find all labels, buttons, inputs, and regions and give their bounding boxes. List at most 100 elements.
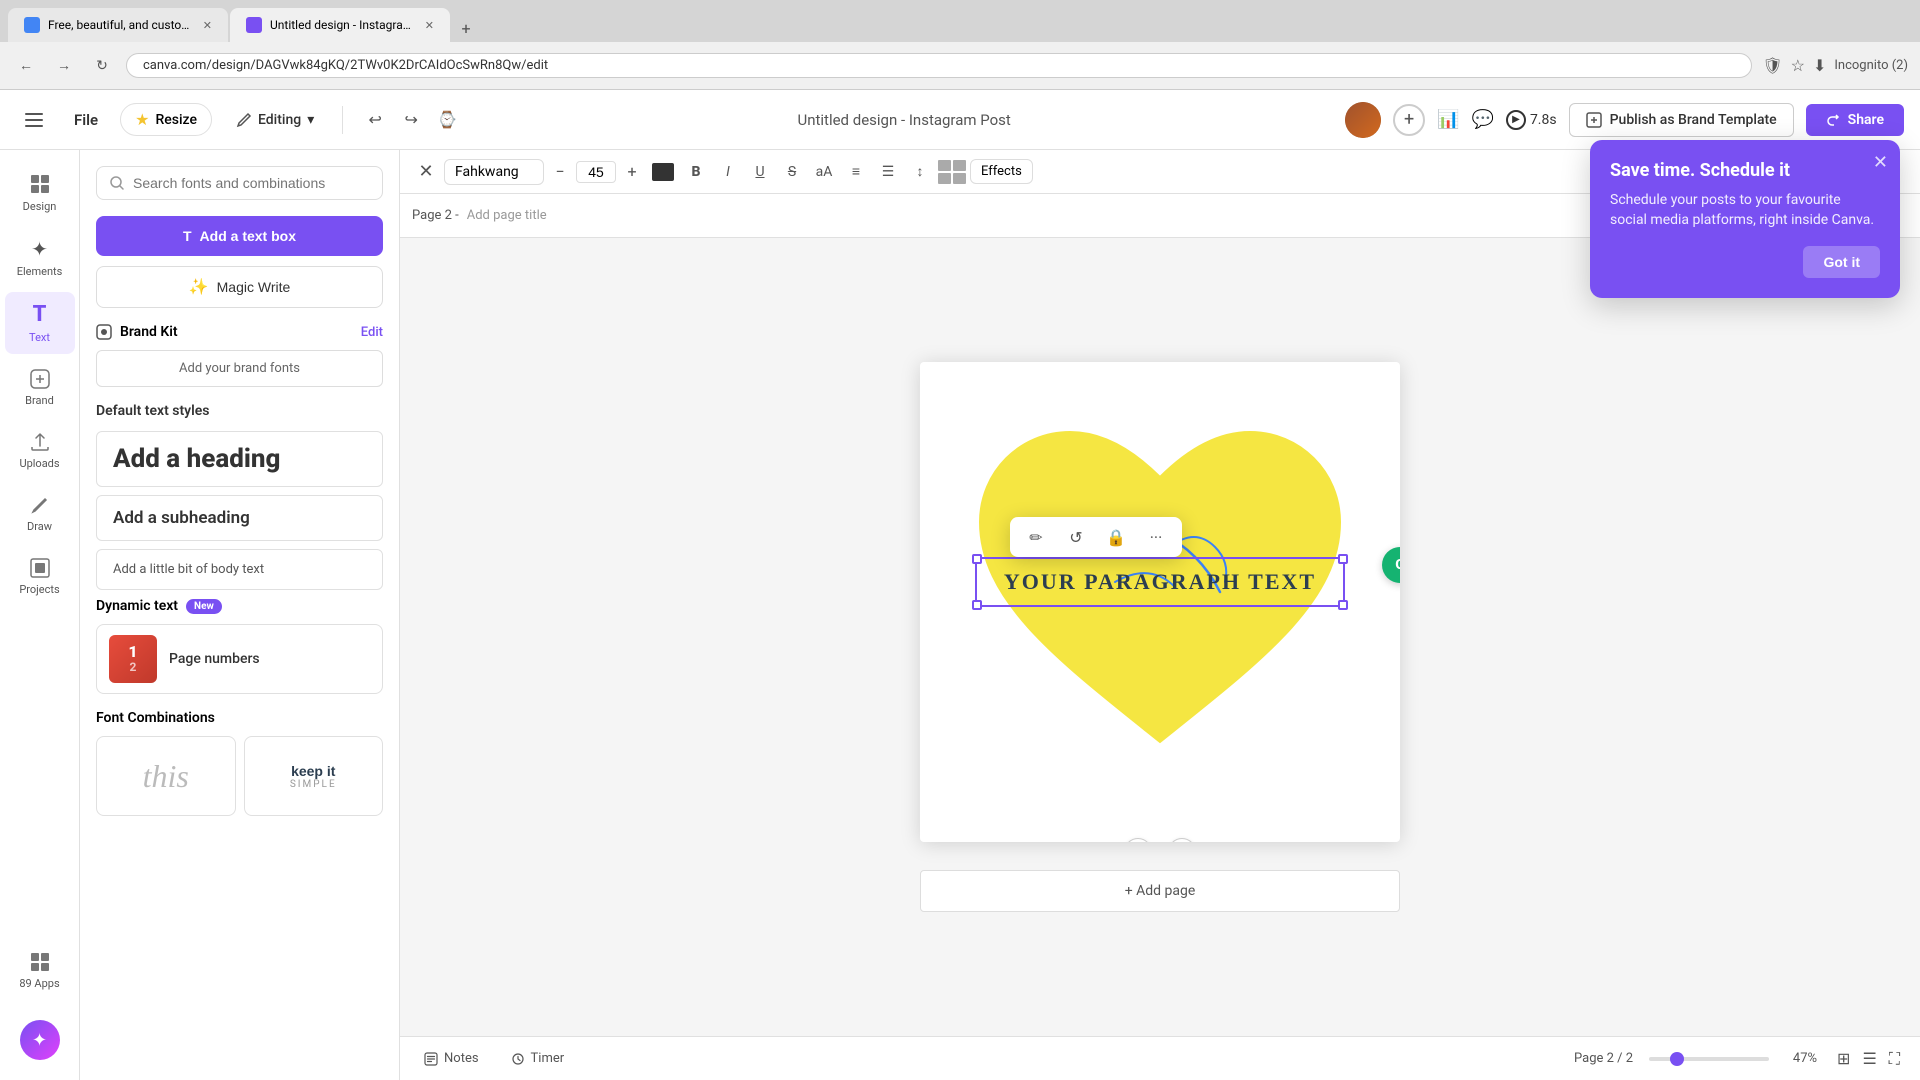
heading-style-item[interactable]: Add a heading	[96, 431, 383, 487]
font-size-input[interactable]	[576, 161, 616, 183]
brand-kit-title: Brand Kit	[96, 324, 178, 340]
magic-button[interactable]: ✦	[20, 1020, 60, 1060]
float-rotate-btn[interactable]: ↺	[1062, 523, 1090, 551]
notes-button[interactable]: Notes	[416, 1047, 487, 1070]
close-text-edit-button[interactable]: ✕	[412, 158, 440, 186]
canvas-main[interactable]: YOUR PARAGRAPH TEXT ✏ ↺ 🔒 ··· G	[400, 238, 1920, 1036]
sidebar-item-draw[interactable]: Draw	[5, 484, 75, 543]
strikethrough-button[interactable]: S	[778, 158, 806, 186]
address-bar[interactable]: canva.com/design/DAGVwk84gKQ/2TWv0K2DrCA…	[126, 53, 1752, 78]
grid-view-button[interactable]: ⊞	[1833, 1045, 1854, 1073]
present-button[interactable]: ▶ 7.8s	[1506, 110, 1557, 130]
canvas-text-selected[interactable]: YOUR PARAGRAPH TEXT	[975, 557, 1345, 607]
canvas-page[interactable]: YOUR PARAGRAPH TEXT ✏ ↺ 🔒 ··· G	[920, 362, 1400, 842]
draw-label: Draw	[27, 520, 52, 533]
handle-br[interactable]	[1338, 600, 1348, 610]
brand-kit-edit-link[interactable]: Edit	[361, 325, 383, 340]
redo-button[interactable]: ↪	[395, 104, 427, 136]
notification-description: Schedule your posts to your favourite so…	[1610, 191, 1880, 230]
avatar[interactable]	[1345, 102, 1381, 138]
menu-button[interactable]	[16, 102, 52, 138]
sidebar-item-design[interactable]: Design	[5, 162, 75, 223]
tab1-close[interactable]: ✕	[203, 19, 212, 32]
share-button[interactable]: Share	[1806, 104, 1904, 136]
timer-icon	[511, 1052, 525, 1066]
zoom-slider[interactable]	[1649, 1057, 1769, 1061]
handle-tl[interactable]	[972, 554, 982, 564]
download-icon[interactable]: ⬇	[1813, 56, 1826, 75]
page-numbers-label: Page numbers	[169, 651, 260, 667]
undo-button[interactable]: ↩	[359, 104, 391, 136]
text-color-button[interactable]	[652, 163, 674, 181]
sidebar-item-brand[interactable]: Brand	[5, 358, 75, 417]
page-num-2: 2	[130, 660, 137, 674]
italic-button[interactable]: I	[714, 158, 742, 186]
forward-button[interactable]: →	[50, 52, 78, 80]
sidebar-item-elements[interactable]: ✦ Elements	[5, 227, 75, 288]
fullscreen-button[interactable]: ⛶	[1885, 1045, 1904, 1073]
share-label: Share	[1848, 112, 1884, 128]
search-input[interactable]	[133, 175, 370, 191]
float-more-btn[interactable]: ···	[1142, 523, 1170, 551]
toolbar-center: Untitled design - Instagram Post	[475, 111, 1333, 129]
editing-button[interactable]: Editing ▾	[224, 106, 326, 134]
effects-button[interactable]: Effects	[970, 159, 1033, 184]
rotate-handle[interactable]: ↺	[1124, 838, 1152, 842]
sidebar-item-projects[interactable]: Projects	[5, 547, 75, 606]
font-combo-2-sub: SIMPLE	[290, 779, 337, 790]
subheading-style-item[interactable]: Add a subheading	[96, 495, 383, 541]
page-numbers-item[interactable]: 1 2 Page numbers	[96, 624, 383, 694]
list-button[interactable]: ☰	[874, 158, 902, 186]
page-title-input[interactable]: Add page title	[467, 208, 547, 223]
bookmark-icon[interactable]: ☆	[1791, 56, 1805, 75]
file-button[interactable]: File	[64, 105, 108, 135]
got-it-button[interactable]: Got it	[1803, 246, 1880, 278]
font-selector[interactable]: Fahkwang	[444, 159, 544, 185]
doc-title: Untitled design - Instagram Post	[797, 111, 1010, 129]
underline-button[interactable]: U	[746, 158, 774, 186]
float-edit-btn[interactable]: ✏	[1022, 523, 1050, 551]
resize-button[interactable]: ★ Resize	[120, 103, 212, 136]
notes-icon	[424, 1052, 438, 1066]
add-page-button[interactable]: + Add page	[920, 870, 1400, 912]
text-label: Text	[29, 331, 50, 344]
font-combo-1-text: this	[143, 758, 189, 795]
font-combo-card-1[interactable]: this	[96, 736, 236, 816]
sidebar-item-text[interactable]: T Text	[5, 292, 75, 354]
increase-font-size-button[interactable]: +	[620, 160, 644, 184]
body-style-item[interactable]: Add a little bit of body text	[96, 549, 383, 590]
browser-tab-1[interactable]: Free, beautiful, and customizabl... ✕	[8, 8, 228, 42]
sidebar-item-apps[interactable]: 89 Apps	[5, 941, 75, 1000]
new-tab-button[interactable]: +	[452, 14, 480, 42]
decrease-font-size-button[interactable]: −	[548, 160, 572, 184]
comments-button[interactable]: 💬	[1472, 109, 1494, 130]
back-button[interactable]: ←	[12, 52, 40, 80]
font-combo-card-2[interactable]: keep it SIMPLE	[244, 736, 384, 816]
add-brand-fonts[interactable]: Add your brand fonts	[96, 350, 383, 387]
handle-tr[interactable]	[1338, 554, 1348, 564]
publish-brand-template-button[interactable]: Publish as Brand Template	[1569, 103, 1794, 137]
analytics-button[interactable]: 📊	[1437, 109, 1459, 130]
refresh-button[interactable]: ↻	[88, 52, 116, 80]
bold-button[interactable]: B	[682, 158, 710, 186]
history-button[interactable]: ⌚	[431, 104, 463, 136]
float-lock-btn[interactable]: 🔒	[1102, 523, 1130, 551]
add-collaborator-button[interactable]: +	[1393, 104, 1425, 136]
browser-tabs: Free, beautiful, and customizabl... ✕ Un…	[0, 0, 1920, 42]
tab1-title: Free, beautiful, and customizabl...	[48, 18, 195, 32]
spacing-button[interactable]: ↕	[906, 158, 934, 186]
default-styles-title: Default text styles	[96, 403, 383, 419]
case-button[interactable]: aA	[810, 158, 838, 186]
list-view-button[interactable]: ☰	[1858, 1045, 1880, 1073]
browser-tab-2[interactable]: Untitled design - Instagram Po... ✕	[230, 8, 450, 42]
tab2-close[interactable]: ✕	[425, 19, 434, 32]
add-textbox-button[interactable]: T Add a text box	[96, 216, 383, 256]
notification-close-button[interactable]: ✕	[1873, 152, 1888, 173]
align-button[interactable]: ≡	[842, 158, 870, 186]
timer-button[interactable]: Timer	[503, 1047, 573, 1070]
magic-write-button[interactable]: ✨ Magic Write	[96, 266, 383, 308]
handle-bl[interactable]	[972, 600, 982, 610]
grid-icon	[938, 160, 966, 184]
expand-handle[interactable]: +	[1168, 838, 1196, 842]
sidebar-item-uploads[interactable]: Uploads	[5, 421, 75, 480]
